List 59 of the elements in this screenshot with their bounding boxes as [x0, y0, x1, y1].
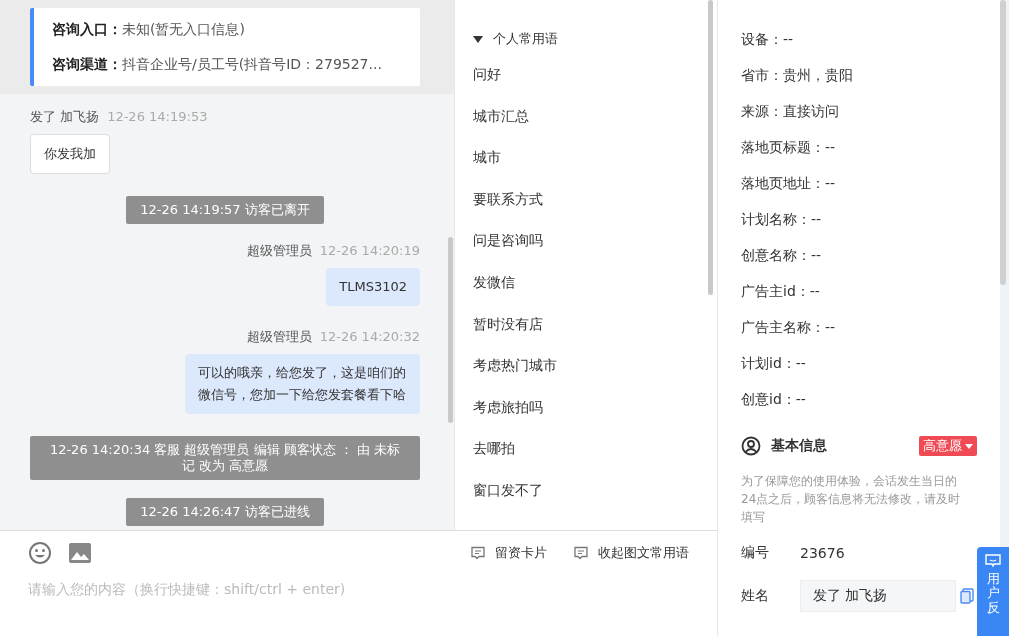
info-line: 来源：直接访问: [741, 102, 840, 121]
info-line: 落地页地址：--: [741, 174, 837, 193]
phrase-item[interactable]: 问是咨询吗: [473, 232, 699, 274]
phrase-item[interactable]: 要联系方式: [473, 190, 699, 233]
message-time: 12-26 14:19:53: [107, 109, 208, 124]
system-notice: 12-26 14:26:47 访客已进线: [126, 498, 324, 526]
toolbar-action[interactable]: 收起图文常用语: [573, 544, 689, 562]
phrase-item[interactable]: 去哪拍: [473, 440, 699, 482]
message-bubble: 你发我加: [30, 134, 110, 174]
system-notice: 12-26 14:19:57 访客已离开: [126, 196, 324, 224]
system-notice: 12-26 14:20:34 客服 超级管理员 编辑 顾客状态 ： 由 未标记 改为 高意愿: [30, 436, 420, 480]
info-line: 创意id：--: [741, 390, 807, 409]
scrollbar[interactable]: [708, 0, 713, 295]
info-line: 广告主id：--: [741, 282, 821, 301]
phrase-group-header[interactable]: 个人常用语: [473, 30, 699, 48]
info-line: 设备：--: [741, 30, 795, 49]
scrollbar[interactable]: [448, 237, 453, 423]
user-icon: [741, 436, 761, 456]
phrase-item[interactable]: 窗口发不了: [473, 481, 699, 524]
message-bubble: TLMS3102: [326, 268, 420, 306]
field-value: 23676: [800, 545, 845, 561]
message-icon: [985, 554, 1001, 568]
info-line: 创意名称：--: [741, 246, 823, 265]
phrase-item[interactable]: 城市汇总: [473, 107, 699, 150]
info-line: 计划名称：--: [741, 210, 823, 229]
sender-name: 发了 加飞扬: [30, 109, 100, 124]
section-title: 基本信息: [771, 437, 827, 455]
field-label: 姓名: [741, 587, 770, 605]
message-icon: [470, 545, 486, 561]
phrase-item[interactable]: 考虑旅拍吗: [473, 398, 699, 441]
toolbar-action[interactable]: 留资卡片: [470, 544, 547, 562]
image-icon[interactable]: [68, 542, 92, 564]
status-dropdown[interactable]: 高意愿: [919, 436, 977, 456]
info-row-text: 咨询渠道：抖音企业号/员工号(抖音号ID：279527...: [52, 55, 383, 74]
message-bubble: 可以的哦亲，给您发了，这是咱们的微信号，您加一下给您发套餐看下哈: [185, 354, 420, 414]
copy-icon[interactable]: [960, 588, 974, 604]
message-time: 12-26 14:20:32: [319, 329, 420, 344]
message-input[interactable]: 请输入您的内容（换行快捷键：shift/ctrl + enter): [28, 581, 448, 597]
emoji-icon[interactable]: [28, 541, 52, 565]
phrase-item[interactable]: 暂时没有店: [473, 315, 699, 358]
sender-name: 超级管理员: [246, 329, 312, 344]
info-line: 计划id：--: [741, 354, 807, 373]
field-label: 编号: [741, 544, 770, 562]
caret-icon: [965, 443, 973, 449]
name-field[interactable]: 发了 加飞扬: [800, 580, 956, 612]
info-line: 广告主名称：--: [741, 318, 837, 337]
sender-name: 超级管理员: [246, 243, 312, 258]
notice-text: 为了保障您的使用体验，会话发生当日的24点之后，顾客信息将无法修改，请及时填写: [741, 473, 962, 526]
phrase-item[interactable]: 发微信: [473, 273, 699, 316]
info-line: 省市：贵州，贵阳: [741, 66, 854, 85]
phrase-item[interactable]: 考虑热门城市: [473, 357, 699, 399]
scrollbar[interactable]: [1000, 0, 1006, 285]
phrase-item[interactable]: 城市: [473, 149, 699, 191]
message-time: 12-26 14:20:19: [319, 243, 420, 258]
feedback-tab[interactable]: 用户反: [977, 547, 1009, 636]
message-icon: [573, 545, 589, 561]
info-line: 落地页标题：--: [741, 138, 837, 157]
info-row-text: 咨询入口：未知(暂无入口信息): [52, 20, 246, 39]
phrase-item[interactable]: 问好: [473, 66, 699, 108]
